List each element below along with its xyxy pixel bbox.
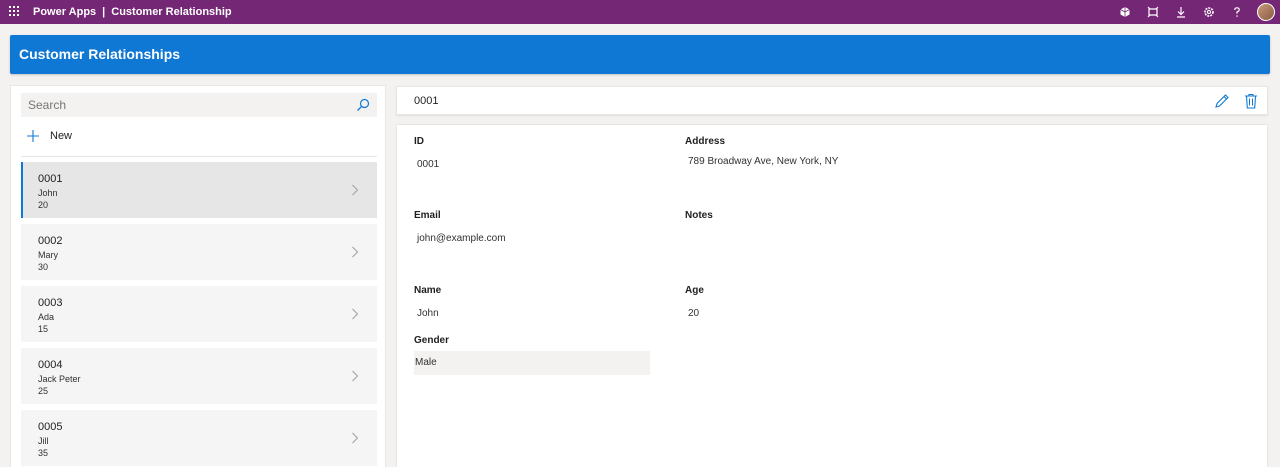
delete-icon[interactable] [1244, 93, 1258, 109]
item-id: 0005 [38, 421, 63, 433]
app-header: Customer Relationships [10, 35, 1270, 74]
download-icon[interactable] [1167, 0, 1195, 24]
search-icon[interactable] [356, 98, 370, 112]
edit-icon[interactable] [1214, 93, 1230, 109]
item-id: 0001 [38, 173, 63, 185]
user-avatar[interactable] [1257, 3, 1275, 21]
item-name: John [38, 188, 58, 198]
page-name: Customer Relationship [111, 6, 232, 18]
list-item[interactable]: 0001 John 20 [21, 162, 377, 218]
help-icon[interactable] [1223, 0, 1251, 24]
environment-icon[interactable] [1111, 0, 1139, 24]
search-input[interactable]: Search [21, 93, 377, 117]
address-value: 789 Broadway Ave, New York, NY [688, 156, 839, 167]
item-age: 15 [38, 324, 49, 334]
list-item[interactable]: 0004 Jack Peter 25 [21, 348, 377, 404]
settings-icon[interactable] [1195, 0, 1223, 24]
item-name: Mary [38, 250, 58, 260]
customer-form: ID 0001 Address 789 Broadway Ave, New Yo… [396, 124, 1268, 467]
address-label: Address [685, 136, 726, 147]
chevron-right-icon[interactable] [351, 308, 359, 320]
name-label: Name [414, 285, 442, 296]
item-age: 25 [38, 386, 49, 396]
item-id: 0003 [38, 297, 63, 309]
gender-value: Male [415, 357, 437, 368]
chevron-right-icon[interactable] [351, 246, 359, 258]
notes-label: Notes [685, 210, 713, 221]
customer-list: 0001 John 20 0002 Mary 30 0003 Ada 15 00… [21, 162, 377, 467]
page-title: Customer Relationships [19, 46, 181, 62]
gender-label: Gender [414, 335, 450, 346]
new-button[interactable]: New [27, 126, 72, 146]
chevron-right-icon[interactable] [351, 432, 359, 444]
plus-icon [27, 130, 39, 142]
gender-field: Male [414, 351, 650, 375]
age-label: Age [685, 285, 704, 296]
top-icons [1111, 0, 1280, 24]
chevron-right-icon[interactable] [351, 184, 359, 196]
item-age: 20 [38, 200, 49, 210]
app-breadcrumb: Power Apps | Customer Relationship [33, 0, 232, 24]
item-name: Ada [38, 312, 55, 322]
customer-list-panel: Search New 0001 John 20 0002 Mary 30 000… [10, 85, 386, 467]
new-button-label: New [50, 130, 73, 142]
divider [21, 156, 377, 157]
item-age: 30 [38, 262, 49, 272]
item-age: 35 [38, 448, 49, 458]
waffle-icon[interactable] [9, 6, 20, 17]
detail-title: 0001 [414, 95, 439, 107]
app-name[interactable]: Power Apps [33, 0, 96, 24]
chevron-right-icon[interactable] [351, 370, 359, 382]
list-item[interactable]: 0002 Mary 30 [21, 224, 377, 280]
top-bar: Power Apps | Customer Relationship [0, 0, 1280, 24]
search-placeholder: Search [28, 98, 67, 112]
item-id: 0004 [38, 359, 63, 371]
id-label: ID [414, 136, 424, 147]
name-value: John [417, 308, 439, 319]
email-value: john@example.com [417, 233, 506, 244]
fullscreen-icon[interactable] [1139, 0, 1167, 24]
id-value: 0001 [417, 159, 440, 170]
item-id: 0002 [38, 235, 63, 247]
list-item[interactable]: 0003 Ada 15 [21, 286, 377, 342]
email-label: Email [414, 210, 441, 221]
list-item[interactable]: 0005 Jill 35 [21, 410, 377, 466]
detail-header: 0001 [396, 86, 1268, 115]
item-name: Jill [38, 436, 49, 446]
breadcrumb-separator: | [102, 6, 106, 18]
age-value: 20 [688, 308, 700, 319]
item-name: Jack Peter [38, 374, 81, 384]
